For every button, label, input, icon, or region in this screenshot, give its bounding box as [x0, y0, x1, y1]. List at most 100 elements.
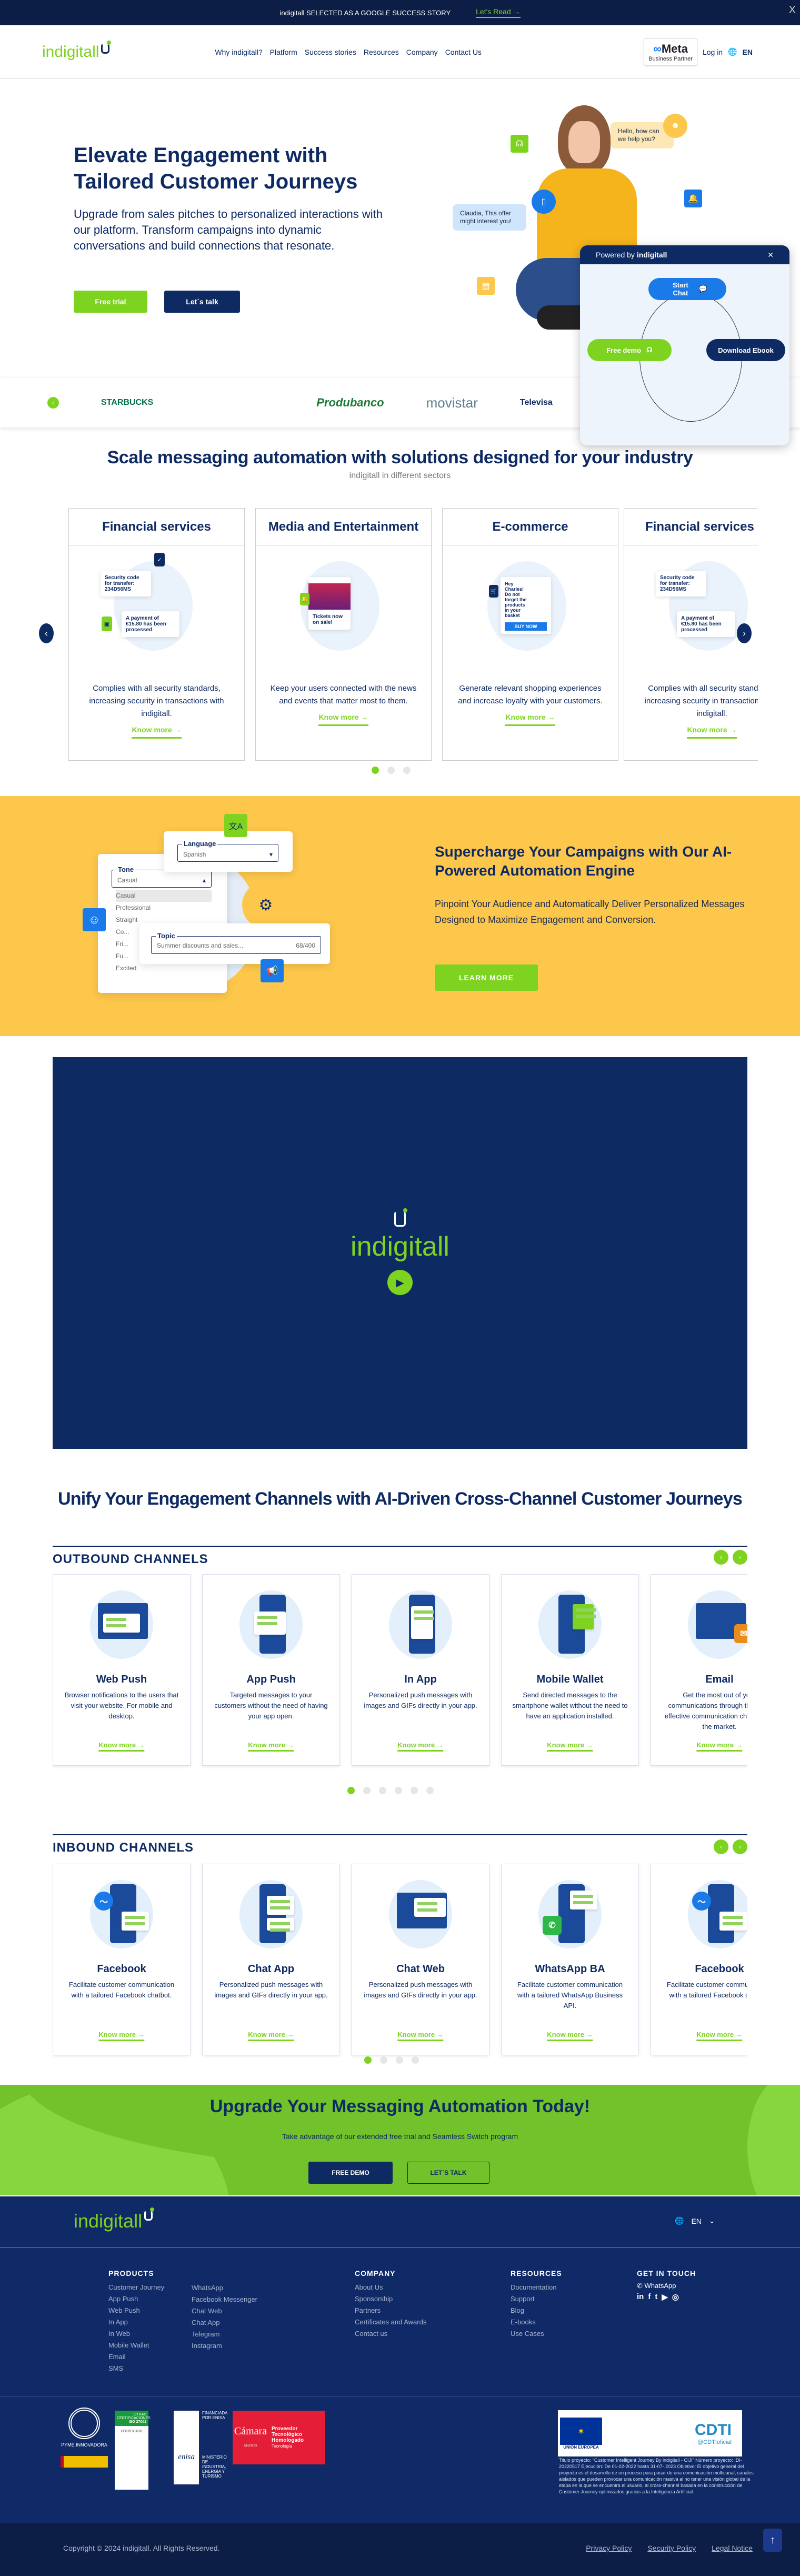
tone-select[interactable]: Tone Casual ▴ — [112, 866, 212, 888]
pagination-dot[interactable] — [396, 2056, 403, 2064]
topic-input[interactable]: Topic Summer discounts and sales... 68/400 — [151, 932, 321, 954]
footer-link[interactable]: Certificates and Awards — [355, 2316, 426, 2328]
hero-subtitle: Upgrade from sales pitches to personaliz… — [74, 207, 383, 252]
twitter-icon[interactable]: t — [655, 2292, 657, 2302]
instagram-icon[interactable]: ◎ — [672, 2292, 679, 2302]
login-link[interactable]: Log in — [703, 48, 723, 56]
footer-link[interactable]: Chat Web — [192, 2305, 257, 2317]
tone-option[interactable]: Casual — [116, 890, 212, 902]
language-select[interactable]: Language Spanish ▾ — [177, 840, 278, 862]
footer-link[interactable]: Partners — [355, 2305, 426, 2316]
pagination-dot[interactable] — [395, 1787, 402, 1794]
footer-link[interactable]: Mobile Wallet — [108, 2340, 164, 2351]
pagination-dot[interactable] — [412, 2056, 419, 2064]
tone-option[interactable]: Professional — [116, 902, 212, 914]
pagination-dot[interactable] — [363, 1787, 371, 1794]
know-more-link[interactable]: Know more → — [248, 1741, 294, 1752]
footer-link[interactable]: Sponsorship — [355, 2293, 426, 2305]
pagination-dot[interactable] — [347, 1787, 355, 1794]
close-announcement-button[interactable]: X — [789, 4, 796, 16]
whatsapp-link[interactable]: ✆ WhatsApp — [637, 2282, 676, 2290]
privacy-policy-link[interactable]: Privacy Policy — [586, 2544, 632, 2552]
pagination-dot[interactable] — [403, 767, 411, 774]
footer-link[interactable]: Support — [511, 2293, 562, 2305]
footer-link[interactable]: Chat App — [192, 2317, 257, 2329]
footer-link[interactable]: App Push — [108, 2293, 164, 2305]
nav-item-contact[interactable]: Contact Us — [445, 48, 482, 56]
know-more-link[interactable]: Know more → — [132, 723, 182, 739]
outbound-next-button[interactable]: › — [733, 1550, 747, 1565]
logos-prev-button[interactable]: ‹ — [47, 397, 59, 409]
outbound-prev-button[interactable]: ‹ — [714, 1550, 728, 1565]
know-more-link[interactable]: Know more → — [696, 1741, 743, 1752]
learn-more-button[interactable]: LEARN MORE — [435, 964, 538, 991]
footer-lang-selector[interactable]: 🌐 EN ⌄ — [675, 2216, 715, 2225]
legal-notice-link[interactable]: Legal Notice — [712, 2544, 753, 2552]
facebook-icon[interactable]: f — [648, 2292, 651, 2302]
pagination-dot[interactable] — [380, 2056, 387, 2064]
footer-link[interactable]: Blog — [511, 2305, 562, 2316]
security-policy-link[interactable]: Security Policy — [647, 2544, 696, 2552]
know-more-link[interactable]: Know more → — [547, 1741, 593, 1752]
youtube-icon[interactable]: ▶ — [662, 2292, 668, 2302]
know-more-link[interactable]: Know more → — [318, 711, 368, 726]
free-trial-button[interactable]: Free trial — [74, 291, 147, 313]
free-demo-cta-button[interactable]: FREE DEMO — [308, 2162, 393, 2184]
footer-link[interactable]: In Web — [108, 2328, 164, 2340]
play-icon[interactable]: ▶ — [387, 1270, 413, 1295]
know-more-link[interactable]: Know more → — [98, 2031, 145, 2041]
pagination-dot[interactable] — [411, 1787, 418, 1794]
tone-option[interactable]: Excited — [116, 962, 212, 974]
linkedin-icon[interactable]: in — [637, 2292, 644, 2302]
nav-item-success-stories[interactable]: Success stories — [305, 48, 356, 56]
nav-item-why[interactable]: Why indigitall? — [215, 48, 262, 56]
pagination-dot[interactable] — [379, 1787, 386, 1794]
inbound-prev-button[interactable]: ‹ — [714, 1839, 728, 1854]
footer-link[interactable]: Documentation — [511, 2282, 562, 2293]
nav-item-company[interactable]: Company — [406, 48, 438, 56]
footer-link[interactable]: Email — [108, 2351, 164, 2363]
footer-link[interactable]: Web Push — [108, 2305, 164, 2316]
know-more-link[interactable]: Know more → — [547, 2031, 593, 2041]
widget-close-icon[interactable]: ✕ — [767, 251, 774, 260]
know-more-link[interactable]: Know more → — [505, 711, 555, 726]
footer-link[interactable]: SMS — [108, 2363, 164, 2374]
sectors-prev-button[interactable]: ‹ — [39, 623, 54, 643]
footer-link[interactable]: About Us — [355, 2282, 426, 2293]
footer-link[interactable]: Use Cases — [511, 2328, 562, 2340]
nav-item-platform[interactable]: Platform — [270, 48, 297, 56]
know-more-link[interactable]: Know more → — [397, 1741, 444, 1752]
lang-selector[interactable]: EN — [743, 48, 753, 56]
footer-link[interactable]: Telegram — [192, 2329, 257, 2340]
know-more-link[interactable]: Know more → — [248, 2031, 294, 2041]
back-to-top-button[interactable]: ↑ — [763, 2529, 782, 2552]
free-demo-button[interactable]: Free demo ☊ — [587, 339, 672, 361]
footer-link[interactable]: Instagram — [192, 2340, 257, 2352]
footer-link[interactable]: Facebook Messenger — [192, 2294, 257, 2305]
footer-link[interactable]: Customer Journey — [108, 2282, 164, 2293]
footer-logo[interactable]: indigitall — [74, 2207, 155, 2232]
lets-talk-button[interactable]: Let´s talk — [164, 291, 240, 313]
inbound-next-button[interactable]: › — [733, 1839, 747, 1854]
lets-talk-cta-button[interactable]: LET´S TALK — [407, 2162, 489, 2184]
know-more-link[interactable]: Know more → — [696, 2031, 743, 2041]
footer-link[interactable]: In App — [108, 2316, 164, 2328]
video-player[interactable]: indigitall ▶ — [53, 1057, 747, 1449]
nav-item-resources[interactable]: Resources — [364, 48, 399, 56]
pagination-dot[interactable] — [364, 2056, 372, 2064]
pagination-dot[interactable] — [387, 767, 395, 774]
know-more-link[interactable]: Know more → — [98, 1741, 145, 1752]
know-more-link[interactable]: Know more → — [397, 2031, 444, 2041]
lets-read-link[interactable]: Let's Read → — [476, 7, 521, 18]
footer-link[interactable]: E-books — [511, 2316, 562, 2328]
logo[interactable]: indigitall — [42, 40, 112, 61]
download-ebook-button[interactable]: Download Ebook — [706, 339, 785, 361]
pagination-dot[interactable] — [372, 767, 379, 774]
sectors-next-button[interactable]: › — [737, 623, 752, 643]
start-chat-button[interactable]: Start Chat 💬 — [648, 278, 726, 300]
channel-title: App Push — [246, 1674, 296, 1685]
pagination-dot[interactable] — [426, 1787, 434, 1794]
know-more-link[interactable]: Know more → — [687, 723, 737, 739]
footer-link[interactable]: WhatsApp — [192, 2282, 257, 2294]
footer-link[interactable]: Contact us — [355, 2328, 426, 2340]
